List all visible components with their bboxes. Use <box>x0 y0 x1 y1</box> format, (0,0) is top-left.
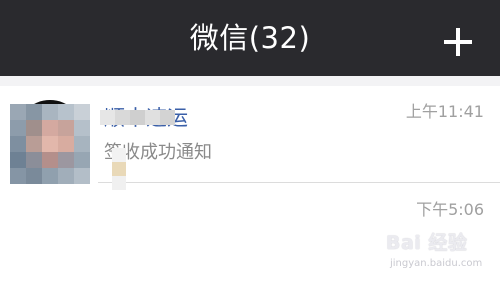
pixelated-avatar <box>10 104 90 184</box>
row-divider <box>98 182 500 183</box>
nav-title: 微信(32) <box>189 21 311 55</box>
header-gap <box>0 76 500 86</box>
chat-time: 上午11:41 <box>405 102 484 121</box>
pixelated-preview <box>112 148 126 190</box>
watermark-logo: Bai 经验 <box>386 232 468 254</box>
add-button[interactable] <box>438 22 478 62</box>
chat-time: 下午5:06 <box>416 200 484 219</box>
wechat-screen: 微信(32) SF 顺丰速运 签收成功通知 上午11:41 下午5:06 <box>0 0 500 281</box>
watermark-url: jingyan.baidu.com <box>390 258 483 269</box>
plus-icon <box>444 28 472 56</box>
watermark: Bai 经验 jingyan.baidu.com <box>386 228 496 274</box>
pixelated-name <box>100 110 175 125</box>
nav-bar: 微信(32) <box>0 0 500 76</box>
